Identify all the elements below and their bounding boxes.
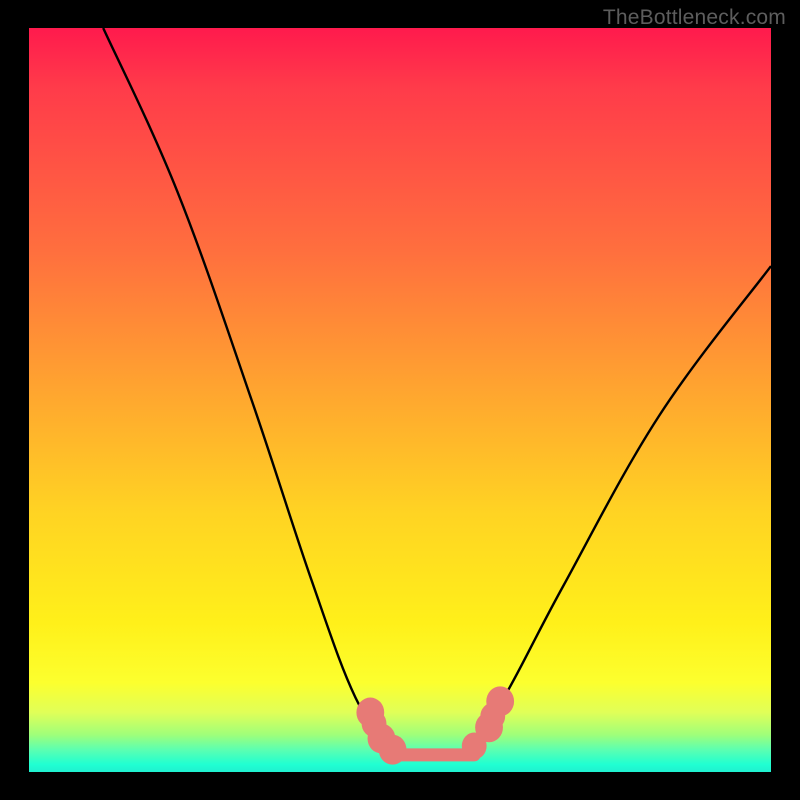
curve-svg: [29, 28, 771, 772]
watermark-text: TheBottleneck.com: [603, 6, 786, 30]
plot-area: [29, 28, 771, 772]
chart-frame: TheBottleneck.com: [0, 0, 800, 800]
bottleneck-curve: [103, 28, 771, 758]
curve-marker: [486, 686, 514, 716]
